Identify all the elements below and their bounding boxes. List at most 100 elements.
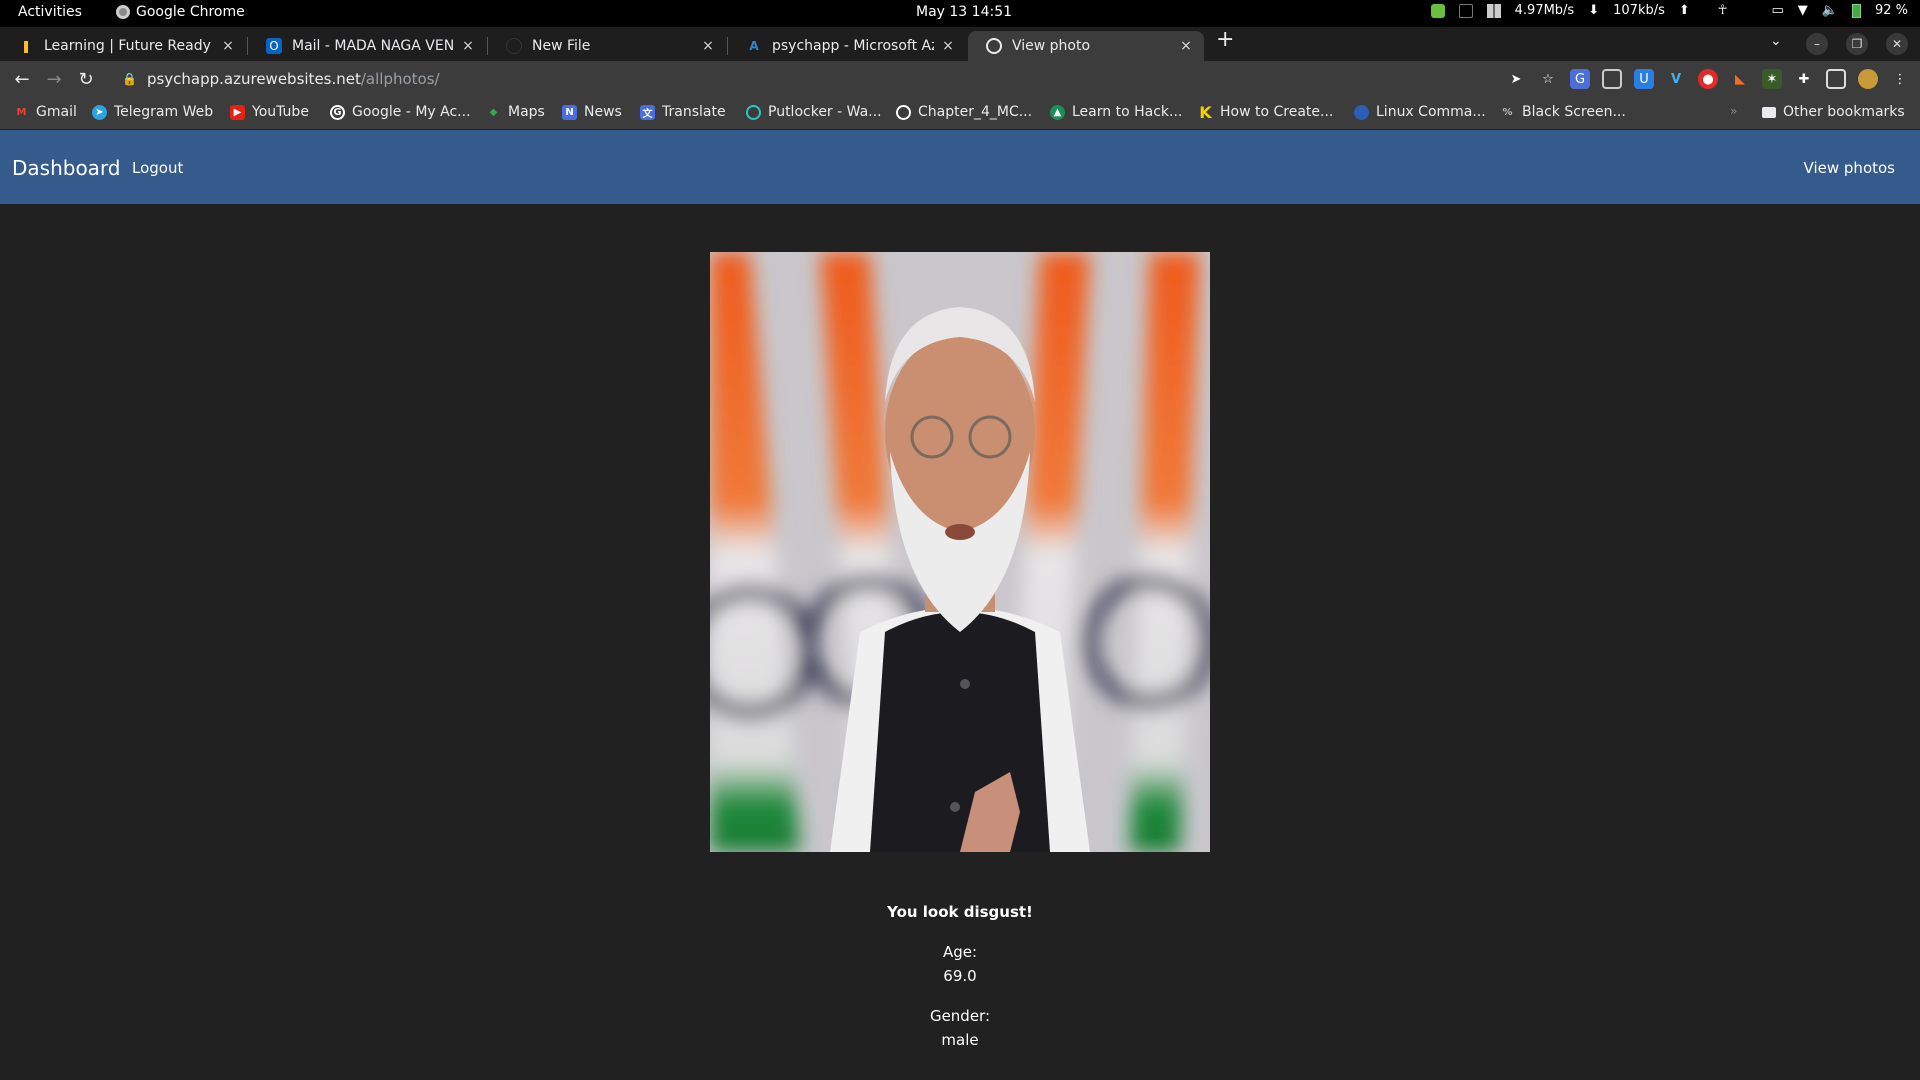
green-ext-icon[interactable]: ✶ <box>1762 69 1782 89</box>
translate-ext-icon[interactable]: G <box>1570 69 1590 89</box>
grid-icon[interactable] <box>1486 3 1501 18</box>
age-label: Age: <box>942 943 978 961</box>
close-icon[interactable]: × <box>700 38 716 54</box>
tab-title: psychapp - Microsoft Azur <box>772 38 934 54</box>
tab-view-photo[interactable]: View photo × <box>968 31 1204 61</box>
tab-learning[interactable]: ❚ Learning | Future Ready T × <box>0 31 246 61</box>
google-icon: G <box>330 104 345 120</box>
minimize-icon[interactable]: – <box>1806 33 1828 55</box>
tab-title: View photo <box>1012 38 1091 54</box>
age-value: 69.0 <box>943 967 977 985</box>
android-icon[interactable] <box>1430 3 1445 18</box>
bookmark-how-to-create[interactable]: K How to Create... <box>1198 103 1334 122</box>
bookmark-label: How to Create... <box>1220 104 1334 120</box>
folder-icon <box>1762 106 1776 118</box>
gmail-icon: M <box>16 106 27 118</box>
globe-icon <box>896 104 911 120</box>
portrait-illustration <box>710 252 1210 852</box>
close-icon[interactable]: × <box>940 38 956 54</box>
tab-psychapp-azure[interactable]: A psychapp - Microsoft Azur × <box>728 31 966 61</box>
bookmark-gmail[interactable]: M Gmail <box>14 104 77 120</box>
bookmark-google-account[interactable]: G Google - My Ac... <box>330 104 471 120</box>
reload-icon[interactable]: ↻ <box>74 67 98 91</box>
u-ext-icon[interactable]: U <box>1634 69 1654 89</box>
emotion-result: You look disgust! <box>887 903 1033 921</box>
extension-icons: ➤ ☆ G U V ● ◣ ✶ ✚ ⋮ <box>1506 69 1910 89</box>
bookmark-label: Putlocker - Wa... <box>768 104 882 120</box>
restore-icon[interactable]: ❐ <box>1846 33 1868 55</box>
side-panel-icon[interactable] <box>1826 69 1846 89</box>
system-top-bar: Activities Google Chrome May 13 14:51 4.… <box>0 0 1920 27</box>
bookmarks-overflow-icon[interactable]: » <box>1730 104 1737 118</box>
maps-icon: ◆ <box>489 106 498 118</box>
window-ext-icon[interactable] <box>1602 69 1622 89</box>
battery-icon[interactable] <box>1851 3 1861 18</box>
tab-title: New File <box>532 38 591 54</box>
bookmark-label: Learn to Hack... <box>1072 104 1183 120</box>
logout-link[interactable]: Logout <box>132 159 183 177</box>
gender-value: male <box>941 1031 979 1049</box>
youtube-icon: ▶ <box>230 104 245 120</box>
other-bookmarks[interactable]: Other bookmarks <box>1762 104 1905 120</box>
hack-icon: ▲ <box>1050 104 1065 120</box>
bookmark-translate[interactable]: 文 Translate <box>640 104 726 120</box>
bookmark-maps[interactable]: ◆ Maps <box>486 104 545 120</box>
view-photos-link[interactable]: View photos <box>1804 159 1895 177</box>
volume-icon[interactable]: 🔈 <box>1822 3 1838 18</box>
avatar[interactable] <box>1858 69 1878 89</box>
bookmark-label: Other bookmarks <box>1783 104 1905 120</box>
activities-button[interactable]: Activities <box>18 4 82 20</box>
v-ext-icon[interactable]: V <box>1666 69 1686 89</box>
linux-icon <box>1354 104 1369 120</box>
wifi-icon[interactable]: ▼ <box>1798 3 1808 18</box>
chrome-icon <box>116 5 130 19</box>
app-menu[interactable]: Google Chrome <box>116 4 245 20</box>
site-navbar: Dashboard Logout View photos <box>0 130 1920 204</box>
futureready-icon: ❚ <box>20 39 32 53</box>
orange-ext-icon[interactable]: ◣ <box>1730 69 1750 89</box>
close-icon[interactable]: × <box>220 38 236 54</box>
forward-arrow-icon[interactable]: → <box>42 67 66 91</box>
screen-cast-icon[interactable]: ▭ <box>1771 3 1783 18</box>
bookmark-star-icon[interactable]: ☆ <box>1538 69 1558 89</box>
address-bar[interactable]: 🔒 psychapp.azurewebsites.net/allphotos/ <box>112 64 1532 94</box>
close-icon[interactable]: × <box>1178 38 1194 54</box>
more-menu-icon[interactable]: ⋮ <box>1890 69 1910 89</box>
bookmark-label: Black Screen... <box>1522 104 1626 120</box>
new-tab-button[interactable]: + <box>1216 27 1234 52</box>
tab-title: Mail - MADA NAGA VENKA <box>292 38 454 54</box>
bookmark-putlocker[interactable]: Putlocker - Wa... <box>746 104 882 120</box>
bookmarks-bar: M Gmail ➤ Telegram Web ▶ YouTube G Google - … <box>0 97 1920 129</box>
bookmark-learn-to-hack[interactable]: ▲ Learn to Hack... <box>1050 104 1182 120</box>
keyboard-icon[interactable] <box>1458 3 1473 18</box>
back-arrow-icon[interactable]: ← <box>10 67 34 91</box>
bookmark-news[interactable]: N News <box>562 104 622 120</box>
tab-mail[interactable]: O Mail - MADA NAGA VENKA × <box>248 31 486 61</box>
close-icon[interactable]: × <box>460 38 476 54</box>
bookmark-linux-commands[interactable]: Linux Comma... <box>1354 104 1486 120</box>
lock-icon[interactable]: 🔒 <box>122 72 137 86</box>
red-ext-icon[interactable]: ● <box>1698 69 1718 89</box>
bookmark-telegram[interactable]: ➤ Telegram Web <box>92 104 213 120</box>
bookmark-youtube[interactable]: ▶ YouTube <box>230 104 309 120</box>
tab-search-chevron-icon[interactable]: ⌄ <box>1770 33 1782 49</box>
url-host: psychapp.azurewebsites.net <box>146 70 361 88</box>
news-icon: N <box>562 104 577 120</box>
clock[interactable]: May 13 14:51 <box>916 4 1012 20</box>
bookmark-label: Chapter_4_MC... <box>918 104 1033 120</box>
translate-icon: 文 <box>640 104 655 120</box>
download-arrow-icon: ⬇ <box>1588 3 1600 18</box>
upload-arrow-icon: ⬆ <box>1678 3 1690 18</box>
system-tray[interactable]: 4.97Mb/s ⬇ 107kb/s ⬆ ☥ ▭ ▼ 🔈 92 % <box>1430 3 1908 18</box>
send-icon[interactable]: ➤ <box>1506 69 1526 89</box>
azure-icon: A <box>749 39 759 53</box>
outlook-icon: O <box>266 38 282 54</box>
bookmark-chapter4[interactable]: Chapter_4_MC... <box>896 104 1032 120</box>
puzzle-icon[interactable]: ✚ <box>1794 69 1814 89</box>
bookmark-black-screen[interactable]: % Black Screen... <box>1500 104 1626 120</box>
globe-icon <box>986 38 1002 54</box>
dashboard-link[interactable]: Dashboard <box>12 156 121 180</box>
tab-new-file[interactable]: New File × <box>488 31 726 61</box>
window-close-icon[interactable]: ✕ <box>1886 33 1908 55</box>
accessibility-icon[interactable]: ☥ <box>1718 3 1728 18</box>
